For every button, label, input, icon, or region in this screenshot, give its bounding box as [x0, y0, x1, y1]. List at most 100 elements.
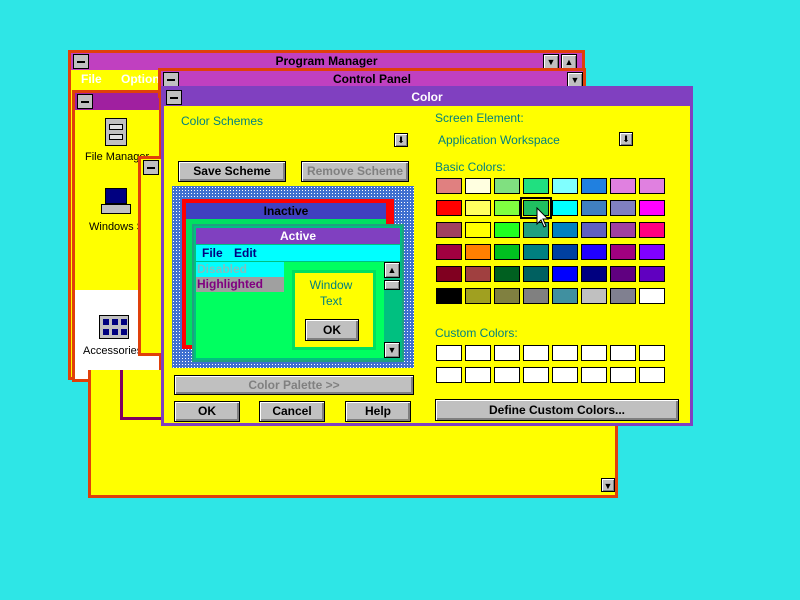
basic-color-swatch[interactable] — [465, 200, 491, 216]
basic-color-swatch[interactable] — [523, 178, 549, 194]
basic-color-swatch[interactable] — [523, 244, 549, 260]
basic-color-swatch[interactable] — [639, 244, 665, 260]
basic-color-swatch[interactable] — [465, 266, 491, 282]
custom-color-swatch[interactable] — [523, 345, 549, 361]
basic-color-swatch[interactable] — [610, 200, 636, 216]
custom-color-swatch[interactable] — [639, 367, 665, 383]
screen-element-dropdown[interactable]: Application Workspace ⬇ — [436, 131, 636, 149]
custom-color-swatch[interactable] — [552, 345, 578, 361]
cancel-button[interactable]: Cancel — [259, 401, 325, 422]
basic-color-swatch[interactable] — [639, 288, 665, 304]
basic-color-swatch[interactable] — [581, 244, 607, 260]
basic-color-swatch[interactable] — [465, 244, 491, 260]
accessories-label: Accessories — [83, 345, 143, 357]
preview-scroll-up-icon: ▲ — [384, 262, 400, 278]
basic-color-swatch[interactable] — [465, 222, 491, 238]
basic-color-swatch[interactable] — [552, 222, 578, 238]
preview-disabled-item: Disabled — [196, 262, 284, 277]
custom-color-swatch[interactable] — [494, 367, 520, 383]
preview-scroll-down-icon: ▼ — [384, 342, 400, 358]
color-schemes-dropdown-arrow-icon[interactable]: ⬇ — [394, 133, 408, 147]
main-group-system-menu-icon[interactable] — [77, 94, 93, 109]
basic-color-swatch[interactable] — [436, 178, 462, 194]
custom-color-swatch[interactable] — [523, 367, 549, 383]
screen-element-value: Application Workspace — [438, 133, 560, 147]
screen-element-dropdown-arrow-icon[interactable]: ⬇ — [619, 132, 633, 146]
basic-color-swatch[interactable] — [639, 266, 665, 282]
color-schemes-dropdown[interactable]: ⬇ — [178, 131, 410, 151]
custom-color-swatch[interactable] — [552, 367, 578, 383]
remove-scheme-button[interactable]: Remove Scheme — [301, 161, 409, 182]
basic-color-swatch[interactable] — [494, 244, 520, 260]
color-dialog-titlebar[interactable]: Color — [164, 89, 690, 106]
basic-color-swatch[interactable] — [523, 288, 549, 304]
preview-active-titlebar: Active — [196, 228, 400, 244]
second-group-system-menu-icon[interactable] — [143, 160, 159, 175]
control-panel-title: Control Panel — [332, 72, 411, 86]
custom-color-swatch[interactable] — [610, 367, 636, 383]
custom-color-swatch[interactable] — [581, 367, 607, 383]
background-window-divider — [120, 370, 164, 420]
basic-color-swatch[interactable] — [639, 200, 665, 216]
basic-color-swatch[interactable] — [465, 178, 491, 194]
basic-color-swatch[interactable] — [610, 178, 636, 194]
basic-color-swatch[interactable] — [610, 288, 636, 304]
preview-inactive-title: Inactive — [263, 204, 309, 218]
basic-color-swatch[interactable] — [581, 222, 607, 238]
basic-color-swatch[interactable] — [552, 244, 578, 260]
basic-color-swatch[interactable] — [610, 222, 636, 238]
windows-setup-icon[interactable] — [101, 188, 131, 216]
basic-color-swatch[interactable] — [436, 200, 462, 216]
custom-color-swatch[interactable] — [639, 345, 665, 361]
basic-color-swatch[interactable] — [552, 178, 578, 194]
mouse-cursor-icon — [536, 207, 550, 228]
custom-color-swatch[interactable] — [494, 345, 520, 361]
basic-color-swatch[interactable] — [465, 288, 491, 304]
custom-color-swatch[interactable] — [610, 345, 636, 361]
basic-color-swatch[interactable] — [581, 266, 607, 282]
preview-ok-button: OK — [305, 319, 359, 341]
basic-color-swatch[interactable] — [436, 288, 462, 304]
custom-color-swatch[interactable] — [465, 367, 491, 383]
help-button[interactable]: Help — [345, 401, 411, 422]
basic-color-swatch[interactable] — [581, 200, 607, 216]
basic-color-swatch[interactable] — [436, 222, 462, 238]
basic-colors-label: Basic Colors: — [435, 160, 506, 174]
program-manager-system-menu-icon[interactable] — [73, 54, 89, 69]
basic-color-swatch[interactable] — [494, 288, 520, 304]
basic-color-swatch[interactable] — [552, 288, 578, 304]
accessories-icon[interactable] — [99, 315, 129, 339]
basic-color-swatch[interactable] — [494, 222, 520, 238]
custom-color-swatch[interactable] — [436, 345, 462, 361]
preview-window-text-box: Window Text OK — [292, 270, 376, 350]
background-scroll-down-icon[interactable]: ▼ — [601, 478, 615, 492]
custom-color-swatch[interactable] — [436, 367, 462, 383]
file-manager-icon[interactable] — [105, 118, 127, 146]
preview-area[interactable]: Inactive Active File Edit Disabled Highl… — [172, 186, 414, 368]
preview-menu-edit: Edit — [234, 246, 257, 260]
basic-color-swatch[interactable] — [523, 266, 549, 282]
basic-color-swatch[interactable] — [610, 244, 636, 260]
basic-color-swatch[interactable] — [494, 200, 520, 216]
basic-color-swatch[interactable] — [639, 222, 665, 238]
basic-color-swatch[interactable] — [610, 266, 636, 282]
define-custom-colors-button[interactable]: Define Custom Colors... — [435, 399, 679, 421]
basic-color-swatch[interactable] — [436, 244, 462, 260]
basic-color-swatch[interactable] — [581, 178, 607, 194]
basic-color-swatch[interactable] — [639, 178, 665, 194]
color-schemes-label: Color Schemes — [181, 114, 264, 128]
basic-color-swatch[interactable] — [494, 178, 520, 194]
basic-color-swatch[interactable] — [552, 200, 578, 216]
color-palette-button[interactable]: Color Palette >> — [174, 375, 414, 395]
color-dialog-system-menu-icon[interactable] — [166, 90, 182, 105]
basic-color-swatch[interactable] — [581, 288, 607, 304]
save-scheme-button[interactable]: Save Scheme — [178, 161, 286, 182]
basic-color-swatch[interactable] — [436, 266, 462, 282]
basic-color-swatch[interactable] — [494, 266, 520, 282]
program-manager-menu-file[interactable]: File — [81, 72, 102, 86]
custom-color-swatch[interactable] — [465, 345, 491, 361]
ok-button[interactable]: OK — [174, 401, 240, 422]
custom-color-swatch[interactable] — [581, 345, 607, 361]
control-panel-system-menu-icon[interactable] — [163, 72, 179, 87]
basic-color-swatch[interactable] — [552, 266, 578, 282]
